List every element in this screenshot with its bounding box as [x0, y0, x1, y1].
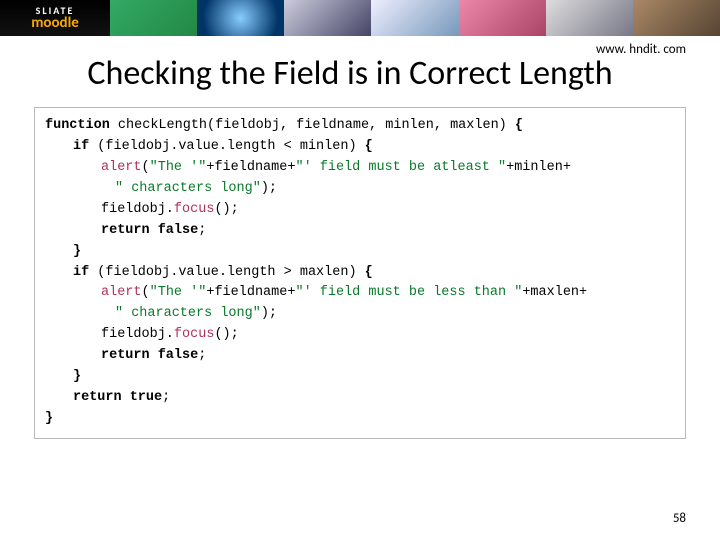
code-text: +fieldname+	[206, 285, 295, 300]
banner-strip: SLIATE moodle	[0, 0, 720, 36]
code-text: ;	[198, 348, 206, 363]
code-string: "' field must be less than "	[295, 285, 522, 300]
site-logo: SLIATE moodle	[0, 0, 110, 36]
banner-image	[284, 0, 371, 36]
code-func: focus	[174, 327, 215, 342]
code-text: ;	[162, 390, 170, 405]
code-string: " characters long"	[115, 306, 261, 321]
banner-image	[371, 0, 458, 36]
banner-images	[110, 0, 720, 36]
code-brace: {	[365, 139, 373, 154]
code-text: );	[261, 306, 277, 321]
slide-title: Checking the Field is in Correct Length	[60, 54, 640, 93]
code-text: ();	[214, 202, 238, 217]
code-brace: }	[73, 244, 81, 259]
code-text: (	[142, 285, 150, 300]
code-keyword: return false	[101, 223, 198, 238]
code-string: "The '"	[150, 160, 207, 175]
code-brace: }	[45, 411, 53, 426]
code-brace: {	[515, 118, 523, 133]
code-brace: }	[73, 369, 81, 384]
logo-bottom-text: moodle	[31, 16, 79, 31]
url-text: www. hndit. com	[596, 42, 686, 57]
code-string: "The '"	[150, 285, 207, 300]
code-keyword: if	[73, 265, 89, 280]
code-string: "' field must be atleast "	[295, 160, 506, 175]
code-keyword: if	[73, 139, 89, 154]
code-text: +maxlen+	[522, 285, 587, 300]
code-text: +minlen+	[506, 160, 571, 175]
code-keyword: return false	[101, 348, 198, 363]
page-number: 58	[673, 511, 686, 526]
code-brace: {	[365, 265, 373, 280]
code-func: alert	[101, 285, 142, 300]
code-text: );	[261, 181, 277, 196]
code-block: function checkLength(fieldobj, fieldname…	[34, 107, 686, 439]
banner-image	[459, 0, 546, 36]
code-keyword: return true	[73, 390, 162, 405]
code-text: (fieldobj.value.length > maxlen)	[89, 265, 364, 280]
code-text: (	[142, 160, 150, 175]
banner-image	[110, 0, 197, 36]
code-string: " characters long"	[115, 181, 261, 196]
code-func: focus	[174, 202, 215, 217]
code-text: ();	[214, 327, 238, 342]
banner-image	[633, 0, 720, 36]
code-text: checkLength(fieldobj, fieldname, minlen,…	[110, 118, 515, 133]
code-keyword: function	[45, 118, 110, 133]
banner-image	[546, 0, 633, 36]
banner-image	[197, 0, 284, 36]
code-text: ;	[198, 223, 206, 238]
code-text: fieldobj.	[101, 202, 174, 217]
code-text: +fieldname+	[206, 160, 295, 175]
code-func: alert	[101, 160, 142, 175]
code-text: (fieldobj.value.length < minlen)	[89, 139, 364, 154]
code-text: fieldobj.	[101, 327, 174, 342]
